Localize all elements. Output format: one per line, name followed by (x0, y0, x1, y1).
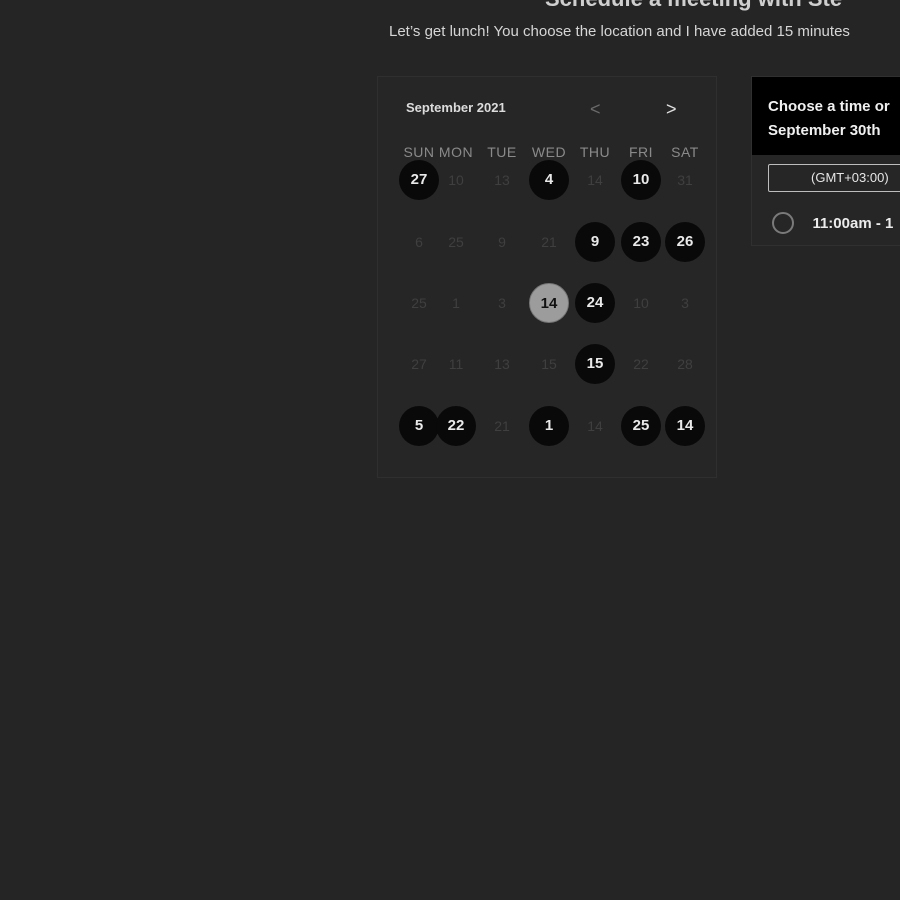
calendar-day: 13 (494, 356, 510, 372)
calendar-day: 21 (494, 418, 510, 434)
calendar-day[interactable]: 26 (665, 222, 705, 262)
calendar-month-label: September 2021 (406, 100, 506, 115)
calendar-day: 10 (633, 295, 649, 311)
calendar-day[interactable]: 15 (575, 344, 615, 384)
calendar-day: 1 (452, 295, 460, 311)
calendar-day[interactable]: 4 (529, 160, 569, 200)
calendar-day[interactable]: 25 (621, 406, 661, 446)
calendar-day: 13 (494, 172, 510, 188)
page-title: Schedule a meeting with Ste (545, 0, 842, 12)
time-picker-heading-line1: Choose a time or (768, 98, 890, 115)
time-slot-label: 11:00am - 1 (812, 214, 894, 232)
weekday-tue: TUE (487, 144, 517, 160)
time-picker-heading: Choose a time or September 30th (752, 77, 900, 155)
calendar-day: 3 (498, 295, 506, 311)
page-subtitle: Let’s get lunch! You choose the location… (389, 23, 850, 40)
calendar-day[interactable]: 22 (436, 406, 476, 446)
calendar-day: 25 (448, 234, 464, 250)
calendar-day[interactable]: 24 (575, 283, 615, 323)
calendar-day[interactable]: 10 (621, 160, 661, 200)
calendar-day[interactable]: 1 (529, 406, 569, 446)
calendar-day[interactable]: 27 (399, 160, 439, 200)
calendar-day[interactable]: 5 (399, 406, 439, 446)
calendar-day[interactable]: 9 (575, 222, 615, 262)
calendar-day: 31 (677, 172, 693, 188)
weekday-wed: WED (531, 144, 567, 160)
calendar-day: 10 (448, 172, 464, 188)
calendar-day: 22 (633, 356, 649, 372)
calendar-day: 25 (411, 295, 427, 311)
calendar-day: 27 (411, 356, 427, 372)
calendar-day: 28 (677, 356, 693, 372)
selected-date-label: September 30th (768, 122, 881, 139)
calendar-day: 3 (681, 295, 689, 311)
time-picker-panel: Choose a time or September 30th (GMT+03:… (751, 76, 900, 246)
calendar: September 2021 < > SUN MON TUE WED THU FRI SAT… (377, 76, 717, 478)
chevron-right-icon[interactable]: > (666, 99, 677, 120)
calendar-day: 14 (587, 418, 603, 434)
weekday-fri: FRI (628, 144, 654, 160)
calendar-day: 9 (498, 234, 506, 250)
timezone-select[interactable]: (GMT+03:00) (768, 164, 900, 192)
calendar-day: 15 (541, 356, 557, 372)
calendar-day: 21 (541, 234, 557, 250)
weekday-thu: THU (579, 144, 611, 160)
time-slot[interactable]: 11:00am - 1 (772, 212, 893, 234)
time-slot-radio[interactable] (772, 212, 794, 234)
calendar-day-selected[interactable]: 14 (529, 283, 569, 323)
weekday-sat: SAT (671, 144, 699, 160)
calendar-day: 14 (587, 172, 603, 188)
calendar-day: 11 (448, 356, 464, 372)
chevron-left-icon[interactable]: < (590, 99, 601, 120)
weekday-mon: MON (438, 144, 474, 160)
calendar-day[interactable]: 23 (621, 222, 661, 262)
calendar-day: 6 (415, 234, 423, 250)
calendar-day[interactable]: 14 (665, 406, 705, 446)
